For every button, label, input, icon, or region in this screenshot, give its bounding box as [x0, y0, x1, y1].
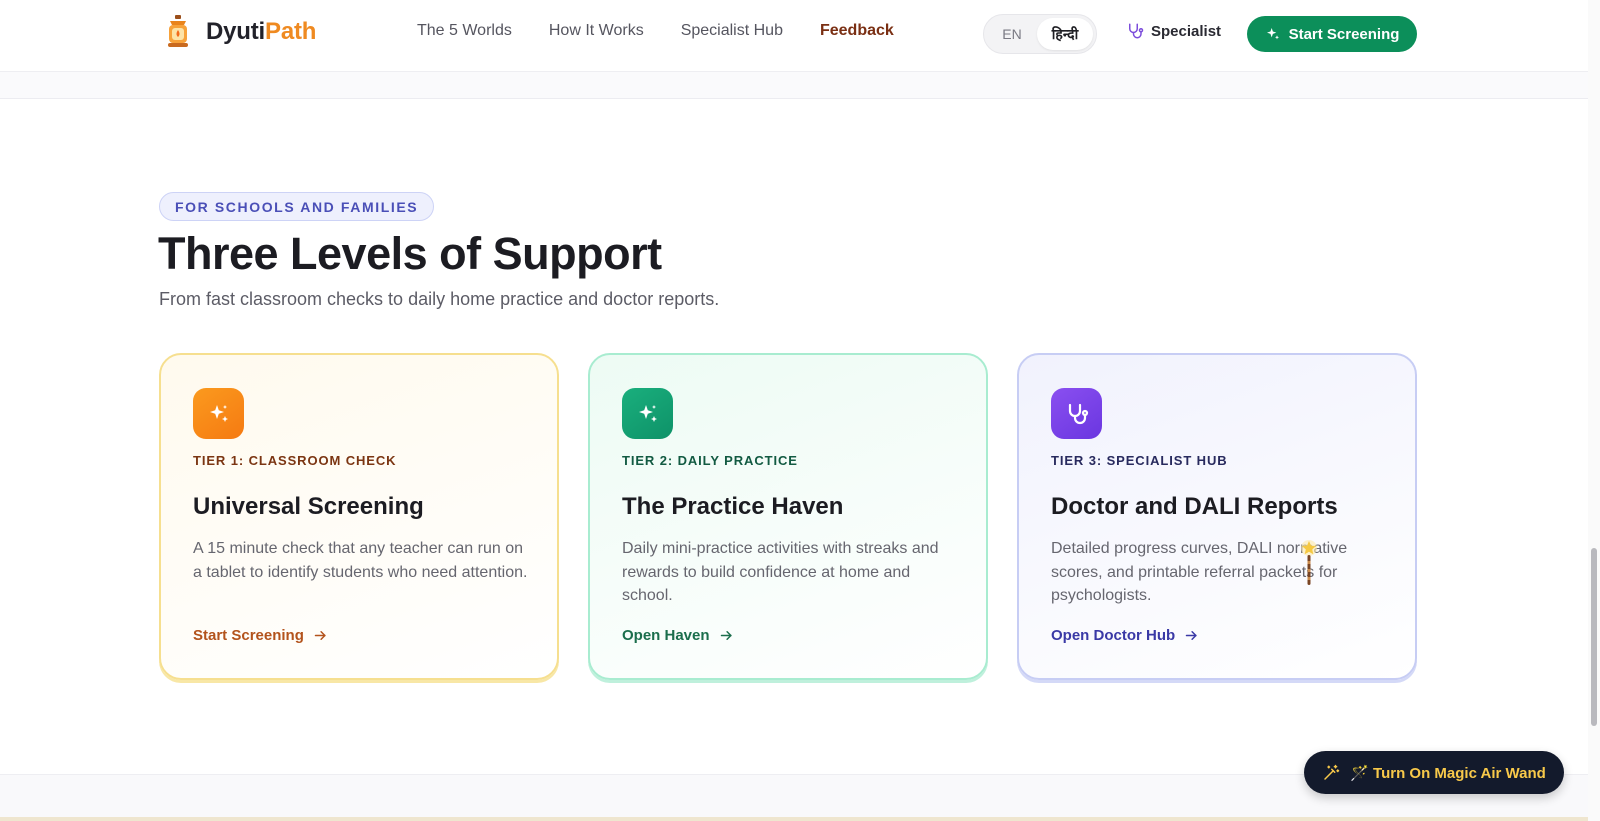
- nav-link-how-it-works[interactable]: How It Works: [549, 22, 644, 40]
- sparkle-icon: [209, 404, 228, 422]
- brand-name: DyutiPath: [206, 18, 317, 45]
- page-scrollbar[interactable]: [1588, 0, 1600, 821]
- stethoscope-icon: [1129, 23, 1144, 39]
- card-tier-label: TIER 1: CLASSROOM CHECK: [193, 453, 397, 468]
- nav-link-five-worlds[interactable]: The 5 Worlds: [417, 22, 512, 40]
- arrow-right-icon: [720, 631, 732, 640]
- tier-card-practice-haven[interactable]: TIER 2: DAILY PRACTICE The Practice Have…: [588, 353, 988, 680]
- stethoscope-icon: [1068, 403, 1088, 424]
- specialist-button[interactable]: Specialist: [1126, 22, 1221, 40]
- language-option-en[interactable]: EN: [987, 18, 1037, 50]
- link-label: Start Screening: [193, 627, 304, 644]
- magic-wand-cursor-icon: [1301, 540, 1317, 585]
- language-option-hindi[interactable]: हिन्दी: [1037, 18, 1093, 50]
- link-label: Open Haven: [622, 627, 710, 644]
- arrow-right-icon: [1185, 631, 1197, 640]
- top-navbar: DyutiPath The 5 Worlds How It Works Spec…: [0, 0, 1588, 72]
- section-subtitle: From fast classroom checks to daily home…: [159, 289, 720, 309]
- sparkle-icon: [638, 404, 657, 422]
- tier-card-doctor-reports[interactable]: TIER 3: SPECIALIST HUB Doctor and DALI R…: [1017, 353, 1417, 680]
- start-screening-link[interactable]: Start Screening: [193, 627, 328, 644]
- card-description: A 15 minute check that any teacher can r…: [193, 540, 528, 581]
- section-eyebrow-badge: FOR SCHOOLS AND FAMILIES: [159, 192, 435, 221]
- nav-link-specialist-hub[interactable]: Specialist Hub: [681, 22, 783, 40]
- card-description: Detailed progress curves, DALI normative…: [1051, 540, 1348, 604]
- brand-logo[interactable]: DyutiPath: [164, 15, 316, 49]
- arrow-right-icon: [314, 631, 326, 640]
- start-screening-button[interactable]: Start Screening: [1247, 16, 1417, 52]
- open-doctor-hub-link[interactable]: Open Doctor Hub: [1051, 627, 1199, 644]
- magic-wand-icon: [1324, 764, 1340, 780]
- specialist-label: Specialist: [1151, 22, 1222, 40]
- card-description: Daily mini-practice activities with stre…: [622, 540, 939, 604]
- language-toggle: EN हिन्दी: [983, 14, 1097, 54]
- magic-air-wand-button[interactable]: 🪄 Turn On Magic Air Wand: [1304, 751, 1564, 794]
- section-title: Three Levels of Support: [158, 228, 662, 279]
- scrollbar-thumb[interactable]: [1591, 548, 1597, 726]
- open-haven-link[interactable]: Open Haven: [622, 627, 734, 644]
- start-screening-label: Start Screening: [1288, 25, 1400, 43]
- magic-air-wand-label: 🪄 Turn On Magic Air Wand: [1350, 764, 1546, 782]
- card-icon-box: [622, 388, 673, 439]
- header-divider-band: [0, 72, 1588, 99]
- sparkle-icon: [1266, 28, 1279, 40]
- card-title: The Practice Haven: [622, 493, 844, 520]
- lamp-icon: [168, 15, 188, 47]
- main-nav: The 5 Worlds How It Works Specialist Hub…: [417, 22, 894, 40]
- card-tier-label: TIER 2: DAILY PRACTICE: [622, 453, 798, 468]
- nav-link-feedback[interactable]: Feedback: [820, 22, 894, 40]
- card-title: Universal Screening: [193, 493, 424, 520]
- card-title: Doctor and DALI Reports: [1051, 493, 1338, 520]
- card-icon-box: [1051, 388, 1102, 439]
- tier-card-universal-screening[interactable]: TIER 1: CLASSROOM CHECK Universal Screen…: [159, 353, 559, 680]
- link-label: Open Doctor Hub: [1051, 627, 1176, 644]
- card-tier-label: TIER 3: SPECIALIST HUB: [1051, 453, 1228, 468]
- card-icon-box: [193, 388, 244, 439]
